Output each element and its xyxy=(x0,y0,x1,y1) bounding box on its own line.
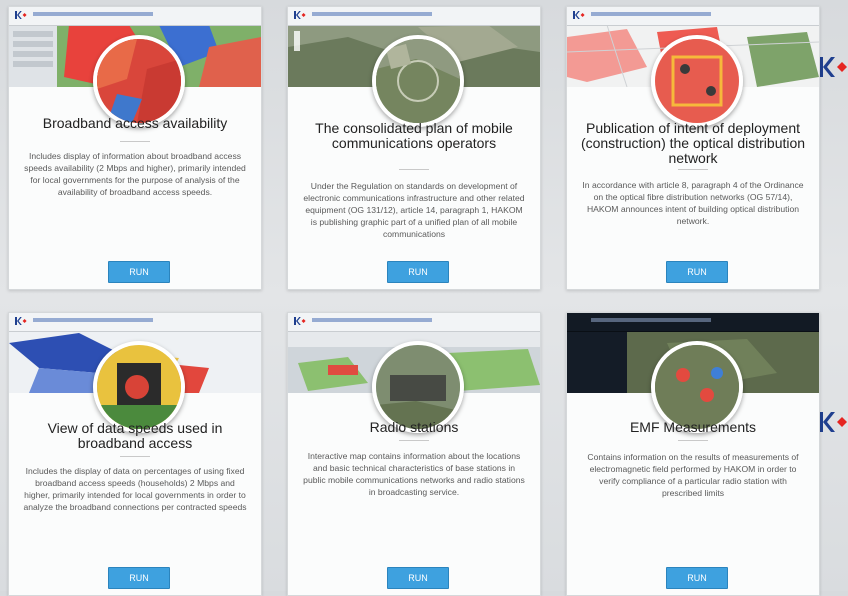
card-radio-stations: Radio stations Interactive map contains … xyxy=(287,312,541,596)
card-title: Publication of intent of deployment (con… xyxy=(580,120,806,166)
card-description: Contains information on the results of m… xyxy=(587,452,799,498)
divider xyxy=(678,440,708,441)
run-button[interactable]: RUN xyxy=(108,261,170,283)
card-optical-network-intent: Publication of intent of deployment (con… xyxy=(566,6,820,290)
card-description: In accordance with article 8, paragraph … xyxy=(582,180,804,226)
run-button[interactable]: RUN xyxy=(387,567,449,589)
run-button[interactable]: RUN xyxy=(666,567,728,589)
run-button[interactable]: RUN xyxy=(387,261,449,283)
divider xyxy=(678,169,708,170)
card-data-speeds: View of data speeds used in broadband ac… xyxy=(8,312,262,596)
card-broadband-availability: Broadband access availability Includes d… xyxy=(8,6,262,290)
card-emf-measurements: EMF Measurements Contains information on… xyxy=(566,312,820,596)
thumbnail-circle xyxy=(372,35,464,127)
card-title: EMF Measurements xyxy=(629,419,757,435)
card-title: Radio stations xyxy=(369,419,459,435)
divider xyxy=(120,141,150,142)
card-description: Interactive map contains information abo… xyxy=(303,451,525,497)
divider xyxy=(399,169,429,170)
card-description: Under the Regulation on standards on dev… xyxy=(303,181,525,239)
divider xyxy=(399,440,429,441)
hakom-logo-bottom xyxy=(818,412,847,432)
card-title: The consolidated plan of mobile communic… xyxy=(315,120,513,151)
run-button[interactable]: RUN xyxy=(108,567,170,589)
card-description: Includes display of information about br… xyxy=(24,151,246,197)
card-description: Includes the display of data on percenta… xyxy=(23,466,247,512)
card-title: View of data speeds used in broadband ac… xyxy=(47,420,223,451)
hakom-logo-top xyxy=(818,57,847,77)
run-button[interactable]: RUN xyxy=(666,261,728,283)
thumbnail-circle xyxy=(651,35,743,127)
card-title: Broadband access availability xyxy=(42,115,228,131)
card-mobile-operators-plan: The consolidated plan of mobile communic… xyxy=(287,6,541,290)
thumbnail-circle xyxy=(93,35,185,127)
divider xyxy=(120,456,150,457)
